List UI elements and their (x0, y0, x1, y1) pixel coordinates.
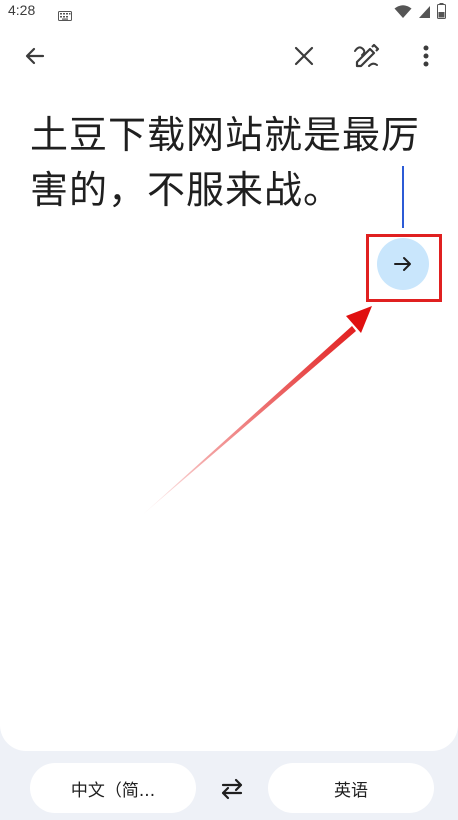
text-cursor (402, 166, 404, 228)
battery-icon (437, 3, 446, 23)
back-button[interactable] (19, 40, 51, 72)
target-language-button[interactable]: 英语 (268, 763, 434, 813)
back-arrow-icon (25, 47, 45, 65)
more-vert-icon (423, 45, 429, 67)
more-options-button[interactable] (410, 40, 442, 72)
translate-button[interactable] (377, 238, 429, 290)
source-language-button[interactable]: 中文（简... (30, 763, 196, 813)
status-time: 4:28 (8, 2, 36, 18)
handwriting-icon (354, 43, 380, 68)
clear-button[interactable] (288, 40, 320, 72)
status-bar: 4:28 (0, 0, 458, 24)
keyboard-icon (58, 6, 72, 25)
handwriting-button[interactable] (351, 40, 383, 72)
arrow-right-icon (394, 257, 411, 271)
language-bar: 中文（简... 英语 (0, 751, 458, 820)
source-text-input[interactable]: 土豆下载网站就是最厉害的，不服来战。 (30, 108, 420, 218)
cellular-icon (418, 4, 431, 23)
clear-icon (294, 46, 314, 66)
swap-languages-button[interactable] (216, 773, 248, 805)
wifi-icon (394, 4, 412, 23)
swap-icon (221, 778, 243, 800)
